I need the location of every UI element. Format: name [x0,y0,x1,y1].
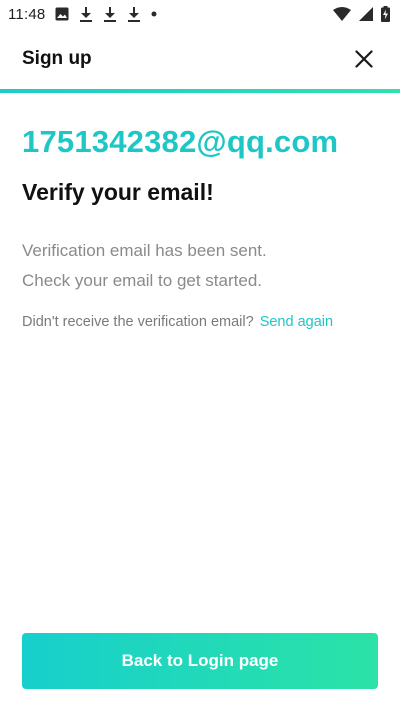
wifi-icon [333,7,351,21]
battery-charging-icon [381,6,390,22]
send-again-link[interactable]: Send again [260,314,333,330]
description-line-2: Check your email to get started. [22,271,263,290]
download-icon [79,6,93,22]
verify-headline: Verify your email! [22,179,214,205]
back-to-login-button[interactable]: Back to Login page [22,633,378,689]
close-icon [355,50,373,68]
email-address: 1751342382@qq.com [22,124,339,159]
download-icon [127,6,141,22]
close-button[interactable] [350,45,378,73]
description-line-1: Verification email has been sent. [22,241,267,260]
resend-row: Didn't receive the verification email? S… [22,314,333,330]
status-time: 11:48 [8,5,46,23]
image-icon [55,7,69,21]
status-bar-right [333,6,390,22]
page-title: Sign up [22,48,92,69]
dot-icon [151,11,157,17]
download-icon [103,6,117,22]
header: Sign up [0,28,400,90]
header-divider [0,89,400,93]
status-bar-left: 11:48 [8,6,157,23]
status-bar: 11:48 [0,0,400,28]
resend-prompt: Didn't receive the verification email? [22,314,254,330]
notification-icons [55,6,157,22]
verification-description: Verification email has been sent. Check … [22,236,267,296]
cellular-signal-icon [359,7,373,21]
